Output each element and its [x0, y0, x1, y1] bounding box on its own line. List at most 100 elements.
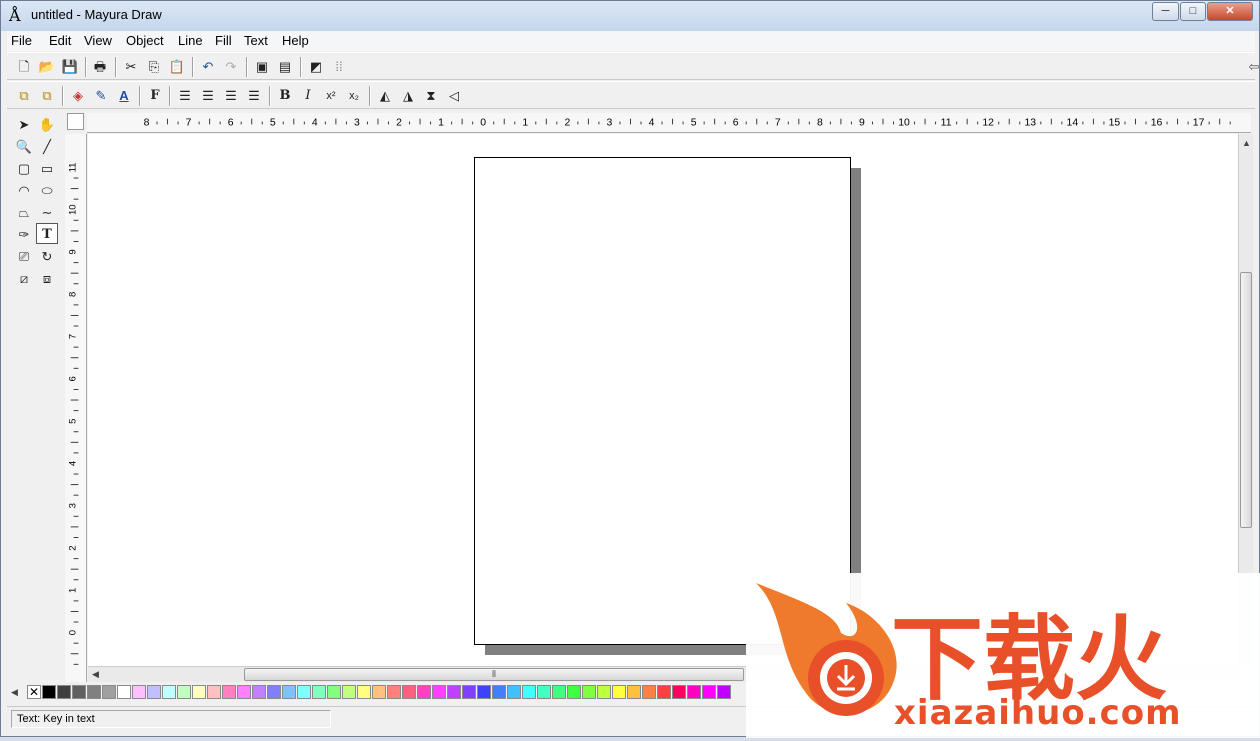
scroll-left-icon[interactable]: ◀: [92, 669, 99, 680]
text-tool-button[interactable]: T: [36, 223, 58, 244]
page-icon[interactable]: ▣: [251, 56, 273, 78]
cut-icon[interactable]: ✂: [120, 56, 142, 78]
color-swatch[interactable]: [462, 685, 476, 699]
color-swatch[interactable]: [717, 685, 731, 699]
maximize-button[interactable]: □: [1180, 2, 1206, 21]
send-back-icon[interactable]: ⧉: [36, 85, 58, 107]
horizontal-scroll-thumb[interactable]: ⦀: [244, 668, 744, 681]
color-swatch[interactable]: [537, 685, 551, 699]
align-right-icon[interactable]: ☰: [220, 85, 242, 107]
hand-tool-icon[interactable]: ✋: [36, 114, 58, 135]
menu-object[interactable]: Object: [126, 33, 164, 48]
color-swatch[interactable]: [702, 685, 716, 699]
arc-tool-icon[interactable]: ◠: [13, 180, 35, 201]
menu-file[interactable]: File: [11, 33, 32, 48]
color-swatch[interactable]: [432, 685, 446, 699]
font-button[interactable]: F: [144, 85, 166, 107]
color-swatch[interactable]: [582, 685, 596, 699]
rotate-left-icon[interactable]: ◭: [374, 85, 396, 107]
line-tool-icon[interactable]: ╱: [36, 136, 58, 157]
close-button[interactable]: ✕: [1207, 2, 1253, 21]
palette-left-icon[interactable]: ◀: [11, 687, 18, 698]
drawing-page[interactable]: [474, 157, 851, 645]
color-swatch[interactable]: [147, 685, 161, 699]
text-color-icon[interactable]: A: [113, 85, 135, 107]
color-swatch[interactable]: [402, 685, 416, 699]
color-swatch[interactable]: [372, 685, 386, 699]
color-swatch[interactable]: [117, 685, 131, 699]
italic-button[interactable]: I: [297, 85, 319, 107]
line-color-icon[interactable]: ✎: [90, 85, 112, 107]
color-swatch[interactable]: [612, 685, 626, 699]
curve-tool-icon[interactable]: ∼: [36, 202, 58, 223]
color-swatch[interactable]: [282, 685, 296, 699]
ruler-corner[interactable]: [67, 113, 84, 130]
ellipse-tool-icon[interactable]: ⬭: [36, 180, 58, 201]
fill-color-icon[interactable]: ◈: [67, 85, 89, 107]
color-swatch[interactable]: [597, 685, 611, 699]
zoom-tool-icon[interactable]: 🔍: [13, 136, 35, 157]
page-setup-icon[interactable]: ▤: [274, 56, 296, 78]
color-swatch[interactable]: [177, 685, 191, 699]
scale-tool-icon[interactable]: ⧈: [36, 268, 58, 289]
flip-vertical-icon[interactable]: ◁: [443, 85, 465, 107]
color-swatch[interactable]: [297, 685, 311, 699]
color-swatch[interactable]: [267, 685, 281, 699]
select-tool-icon[interactable]: ➤: [13, 114, 35, 135]
copy-icon[interactable]: ⎘: [143, 56, 165, 78]
color-swatch[interactable]: [492, 685, 506, 699]
scroll-up-icon[interactable]: ▲: [1242, 138, 1251, 148]
redo-icon[interactable]: ↷: [220, 56, 242, 78]
minimize-button[interactable]: ─: [1152, 2, 1179, 21]
color-swatch[interactable]: [102, 685, 116, 699]
color-swatch[interactable]: [222, 685, 236, 699]
align-left-icon[interactable]: ☰: [174, 85, 196, 107]
menu-help[interactable]: Help: [282, 33, 309, 48]
menu-line[interactable]: Line: [178, 33, 203, 48]
subscript-button[interactable]: x₂: [343, 85, 365, 107]
menu-text[interactable]: Text: [244, 33, 268, 48]
color-swatch[interactable]: [162, 685, 176, 699]
bring-front-icon[interactable]: ⧉: [13, 85, 35, 107]
color-swatch[interactable]: [552, 685, 566, 699]
color-swatch[interactable]: [387, 685, 401, 699]
color-swatch[interactable]: [507, 685, 521, 699]
color-swatch[interactable]: [252, 685, 266, 699]
image-tool-icon[interactable]: ⎚: [13, 246, 35, 267]
eyedropper-tool-icon[interactable]: ✑: [13, 224, 35, 245]
color-swatch[interactable]: [417, 685, 431, 699]
print-icon[interactable]: 🖶: [89, 56, 111, 78]
rotate-right-icon[interactable]: ◮: [397, 85, 419, 107]
color-swatch[interactable]: [342, 685, 356, 699]
vertical-scroll-thumb[interactable]: [1240, 272, 1252, 528]
bold-button[interactable]: B: [274, 85, 296, 107]
color-swatch[interactable]: [642, 685, 656, 699]
color-swatch[interactable]: [522, 685, 536, 699]
rect-tool-icon[interactable]: ▭: [36, 158, 58, 179]
color-swatch[interactable]: [657, 685, 671, 699]
color-swatch[interactable]: [192, 685, 206, 699]
menu-edit[interactable]: Edit: [49, 33, 71, 48]
menu-view[interactable]: View: [84, 33, 112, 48]
color-swatch[interactable]: [627, 685, 641, 699]
grid-icon[interactable]: ⁞⁞: [328, 56, 350, 78]
rounded-rect-tool-icon[interactable]: ▢: [13, 158, 35, 179]
no-color-swatch[interactable]: ✕: [27, 685, 41, 699]
paste-icon[interactable]: 📋: [166, 56, 188, 78]
color-swatch[interactable]: [42, 685, 56, 699]
color-swatch[interactable]: [132, 685, 146, 699]
color-swatch[interactable]: [357, 685, 371, 699]
justify-icon[interactable]: ☰: [243, 85, 265, 107]
new-icon[interactable]: 🗋: [13, 56, 35, 78]
menu-fill[interactable]: Fill: [215, 33, 232, 48]
color-swatch[interactable]: [447, 685, 461, 699]
color-swatch[interactable]: [477, 685, 491, 699]
undo-icon[interactable]: ↶: [197, 56, 219, 78]
color-swatch[interactable]: [687, 685, 701, 699]
color-swatch[interactable]: [57, 685, 71, 699]
color-swatch[interactable]: [327, 685, 341, 699]
color-swatch[interactable]: [672, 685, 686, 699]
color-swatch[interactable]: [72, 685, 86, 699]
superscript-button[interactable]: x²: [320, 85, 342, 107]
align-center-icon[interactable]: ☰: [197, 85, 219, 107]
